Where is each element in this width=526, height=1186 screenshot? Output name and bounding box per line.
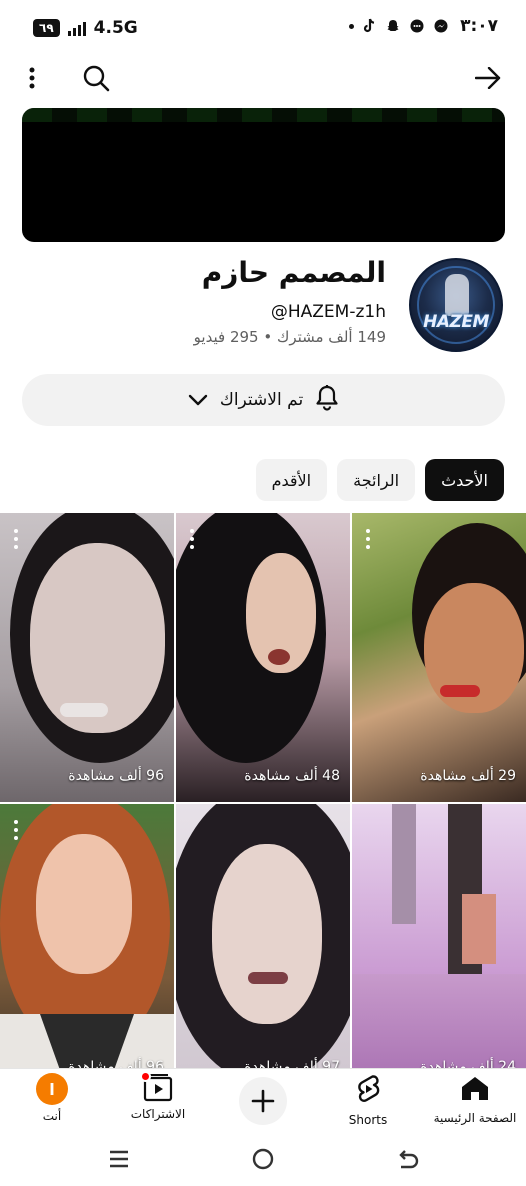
avatar-figure — [445, 274, 469, 316]
chip-oldest[interactable]: الأقدم — [255, 459, 328, 501]
nav-home-label: الصفحة الرئيسية — [433, 1111, 517, 1125]
channel-handle: @HAZEM-z1h — [270, 302, 386, 322]
sort-chips: الأحدث الرائجة الأقدم — [255, 459, 504, 501]
signal-icon — [67, 20, 86, 36]
subscriptions-icon — [140, 1071, 174, 1103]
top-app-bar — [0, 56, 526, 100]
shorts-grid: 29 ألف مشاهدة 48 ألف مشاهدة 96 ألف مشاهد… — [0, 513, 526, 1069]
search-icon[interactable] — [78, 60, 114, 96]
status-left: ٦٩ 4.5G — [33, 18, 138, 38]
nav-shorts[interactable]: Shorts — [340, 1073, 396, 1131]
back-icon[interactable] — [394, 1144, 424, 1174]
view-count: 96 ألف مشاهدة — [68, 768, 164, 784]
chip-newest[interactable]: الأحدث — [425, 459, 504, 501]
messenger-icon — [432, 17, 450, 35]
channel-stats: 149 ألف مشترك • 295 فيديو — [193, 328, 386, 346]
bell-icon — [315, 384, 339, 416]
channel-avatar[interactable]: HAZEM — [409, 258, 503, 352]
battery-indicator: ٦٩ — [33, 19, 60, 37]
view-count: 48 ألف مشاهدة — [244, 768, 340, 784]
short-thumbnail[interactable]: 24 ألف مشاهدة — [352, 804, 526, 1069]
tiktok-icon — [360, 17, 378, 35]
subscribed-label: تم الاشتراك — [219, 390, 304, 410]
chevron-down-icon — [188, 391, 208, 410]
short-thumbnail[interactable]: 96 ألف مشاهدة — [0, 513, 174, 802]
avatar-logo-text: HAZEM — [423, 312, 489, 332]
network-type: 4.5G — [93, 18, 138, 38]
system-navigation-bar — [0, 1130, 526, 1186]
new-content-dot — [140, 1071, 151, 1082]
short-thumbnail[interactable]: 48 ألف مشاهدة — [176, 513, 350, 802]
nav-home[interactable]: الصفحة الرئيسية — [432, 1073, 518, 1131]
recent-apps-icon[interactable] — [104, 1144, 134, 1174]
status-right: ٣:٠٧ — [349, 16, 498, 36]
arrow-back-icon[interactable] — [470, 60, 506, 96]
nav-subscriptions-label: الاشتراكات — [130, 1107, 186, 1121]
more-vert-icon[interactable] — [14, 60, 50, 96]
plus-icon — [239, 1077, 287, 1125]
chip-popular[interactable]: الرائجة — [337, 459, 416, 501]
short-thumbnail[interactable]: 96 ألف مشاهدة — [0, 804, 174, 1069]
more-vert-icon[interactable] — [11, 529, 21, 549]
whatsapp-icon — [408, 17, 426, 35]
short-thumbnail[interactable]: 97 ألف مشاهدة — [176, 804, 350, 1069]
view-count: 29 ألف مشاهدة — [420, 768, 516, 784]
short-thumbnail[interactable]: 29 ألف مشاهدة — [352, 513, 526, 802]
more-vert-icon[interactable] — [363, 529, 373, 549]
more-vert-icon[interactable] — [187, 529, 197, 549]
you-avatar: ا — [36, 1073, 68, 1105]
nav-shorts-label: Shorts — [348, 1113, 388, 1127]
status-bar: ٦٩ 4.5G ٣:٠٧ — [0, 0, 526, 56]
nav-you[interactable]: ا أنت — [28, 1073, 76, 1131]
channel-banner — [22, 108, 505, 242]
home-circle-icon[interactable] — [248, 1144, 278, 1174]
create-button[interactable] — [237, 1073, 289, 1131]
more-vert-icon[interactable] — [11, 820, 21, 840]
home-icon — [460, 1073, 490, 1107]
nav-subscriptions[interactable]: الاشتراكات — [124, 1071, 192, 1131]
subscribed-button[interactable]: تم الاشتراك — [22, 374, 505, 426]
snapchat-icon — [384, 17, 402, 35]
shorts-icon — [354, 1073, 382, 1109]
nav-you-label: أنت — [42, 1109, 62, 1123]
bottom-navigation: الصفحة الرئيسية Shorts الاشتراكات ا أنت — [0, 1068, 526, 1130]
notification-dot-icon — [349, 23, 355, 29]
clock: ٣:٠٧ — [460, 16, 498, 36]
channel-name: المصمم حازم — [201, 256, 386, 289]
